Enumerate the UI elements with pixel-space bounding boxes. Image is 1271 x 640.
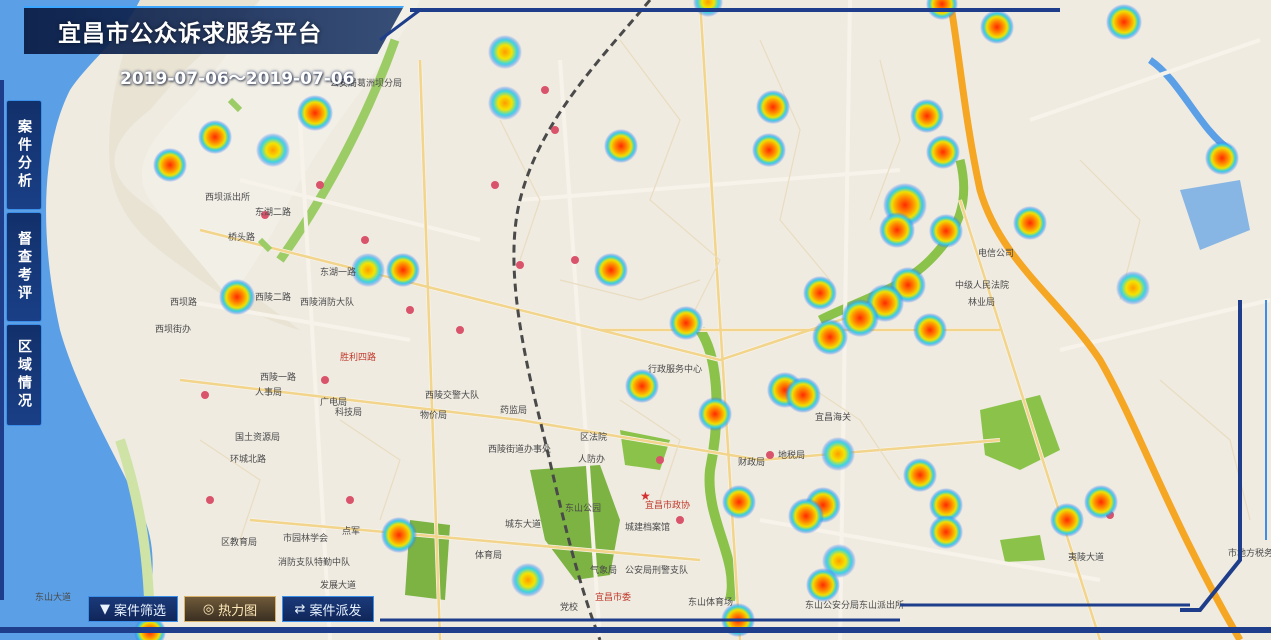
button-label: 案件派发	[309, 603, 362, 619]
button-label: 热力图	[218, 603, 258, 619]
sidebar-item-case-analysis[interactable]: 案件分析	[6, 100, 42, 210]
frame-decoration	[0, 8, 1271, 633]
heatmap-icon: ◎	[202, 601, 215, 617]
sidebar-item-label: 区域情况	[16, 339, 32, 411]
dispatch-icon: ⇄	[294, 601, 306, 617]
case-filter-button[interactable]: ▼ 案件筛选	[88, 596, 178, 622]
sidebar-item-label: 案件分析	[16, 119, 32, 191]
filter-icon: ▼	[99, 601, 110, 617]
sidebar-item-region[interactable]: 区域情况	[6, 324, 42, 426]
case-dispatch-button[interactable]: ⇄ 案件派发	[282, 596, 374, 622]
sidebar-item-label: 督查考评	[16, 231, 32, 303]
heatmap-button[interactable]: ◎ 热力图	[184, 596, 276, 622]
button-label: 案件筛选	[113, 603, 166, 619]
sidebar-item-supervision[interactable]: 督查考评	[6, 212, 42, 322]
